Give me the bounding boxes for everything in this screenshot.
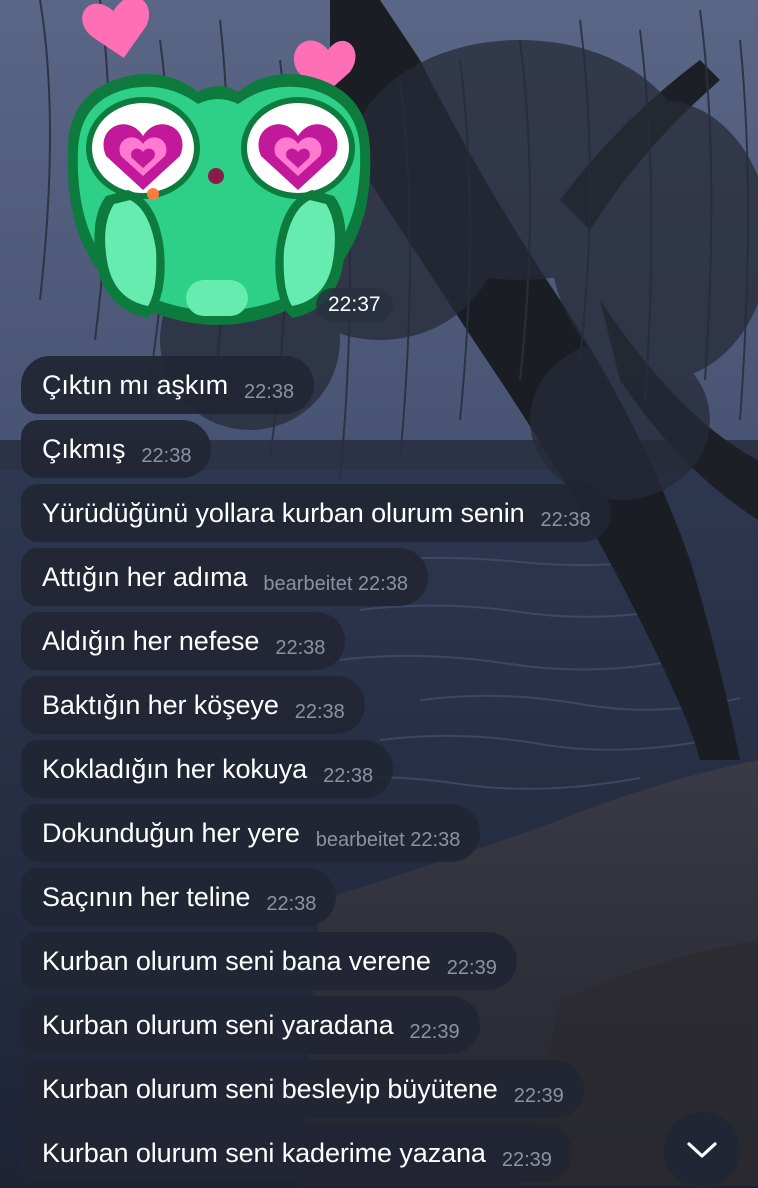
message-time: 22:38	[244, 380, 295, 403]
message-list: Çıktın mı aşkım 22:38 Çıkmış 22:38 Yürüd…	[0, 0, 758, 1186]
message-time: 22:38	[540, 508, 591, 531]
message-time: 22:38	[275, 636, 326, 659]
message-text: Attığın her adıma	[42, 561, 248, 592]
message-text: Çıkmış	[42, 433, 126, 464]
message-bubble[interactable]: Dokunduğun her yere bearbeitet 22:38	[21, 804, 481, 862]
message-text: Saçının her teline	[42, 881, 251, 912]
message-text: Dokunduğun her yere	[42, 817, 300, 848]
message-text: Baktığın her köşeye	[42, 689, 279, 720]
message-time: 22:39	[446, 956, 497, 979]
message-text: Kurban olurum seni yaradana	[42, 1009, 394, 1040]
message-text: Kurban olurum seni bana verene	[42, 945, 431, 976]
message-bubble[interactable]: Çıktın mı aşkım 22:38	[21, 356, 315, 414]
message-bubble[interactable]: Yürüdüğünü yollara kurban olurum senin 2…	[21, 484, 611, 542]
chevron-down-icon	[687, 1142, 717, 1158]
message-text: Aldığın her nefese	[42, 625, 260, 656]
message-bubble[interactable]: Kurban olurum seni besleyip büyütene 22:…	[21, 1060, 584, 1118]
message-bubble[interactable]: Kokladığın her kokuya 22:38	[21, 740, 394, 798]
message-bubble[interactable]: Kurban olurum seni kaderime yazana 22:39	[21, 1124, 572, 1182]
message-bubble[interactable]: Kurban olurum seni bana verene 22:39	[21, 932, 517, 990]
message-time: 22:39	[501, 1148, 552, 1171]
message-text: Kokladığın her kokuya	[42, 753, 308, 784]
message-bubble[interactable]: Aldığın her nefese 22:38	[21, 612, 346, 670]
message-text: Yürüdüğünü yollara kurban olurum senin	[42, 497, 525, 528]
message-bubble[interactable]: Attığın her adıma bearbeitet 22:38	[21, 548, 428, 606]
message-text: Kurban olurum seni besleyip büyütene	[42, 1073, 498, 1104]
message-text: Çıktın mı aşkım	[42, 369, 229, 400]
message-edited-time: bearbeitet 22:38	[263, 572, 408, 595]
message-bubble[interactable]: Çıkmış 22:38	[21, 420, 212, 478]
message-time: 22:38	[141, 444, 192, 467]
message-time: 22:38	[294, 700, 345, 723]
message-edited-time: bearbeitet 22:38	[315, 828, 461, 851]
scroll-to-bottom-button[interactable]	[664, 1112, 740, 1188]
message-bubble[interactable]: Baktığın her köşeye 22:38	[21, 676, 365, 734]
message-text: Kurban olurum seni kaderime yazana	[42, 1137, 486, 1168]
message-time: 22:39	[409, 1020, 460, 1043]
message-bubble[interactable]: Saçının her teline 22:38	[21, 868, 337, 926]
message-time: 22:38	[323, 764, 374, 787]
message-time: 22:39	[513, 1084, 564, 1107]
message-bubble[interactable]: Kurban olurum seni yaradana 22:39	[21, 996, 480, 1054]
message-time: 22:38	[266, 892, 317, 915]
